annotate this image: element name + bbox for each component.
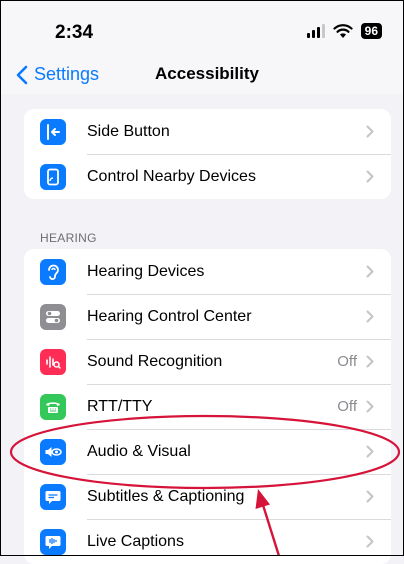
item-label: RTT/TTY — [87, 397, 153, 415]
live-captions-icon — [40, 528, 66, 555]
sound-recognition-icon — [40, 348, 66, 375]
section-header-hearing: HEARING — [40, 231, 97, 245]
item-label: Hearing Devices — [87, 262, 205, 280]
list-item-control-nearby-devices[interactable]: Control Nearby Devices — [24, 154, 391, 199]
item-label: Subtitles & Captioning — [87, 487, 245, 505]
status-bar: 2:34 96 — [0, 0, 404, 64]
list-item-live-captions[interactable]: Live Captions — [24, 519, 391, 564]
chevron-right-icon — [366, 490, 374, 503]
page-title: Accessibility — [155, 64, 259, 83]
list-item-hearing-devices[interactable]: Hearing Devices — [24, 249, 391, 294]
chevron-right-icon — [366, 310, 374, 323]
status-icons: 96 — [306, 23, 382, 39]
chevron-right-icon — [366, 535, 374, 548]
item-label: Audio & Visual — [87, 442, 191, 460]
audio-visual-icon — [40, 438, 66, 465]
wifi-icon — [333, 24, 353, 38]
item-label: Sound Recognition — [87, 352, 223, 370]
item-value: Off — [337, 353, 357, 370]
nearby-devices-icon — [40, 163, 66, 190]
captions-icon — [40, 483, 66, 510]
chevron-right-icon — [366, 265, 374, 278]
chevron-right-icon — [366, 400, 374, 413]
status-time: 2:34 — [55, 22, 94, 43]
chevron-right-icon — [366, 445, 374, 458]
toggles-icon — [40, 303, 66, 330]
hearing-group: Hearing Devices Hearing Control Center S… — [24, 249, 391, 564]
list-item-side-button[interactable]: Side Button — [24, 109, 391, 154]
tty-icon — [40, 393, 66, 420]
list-item-hearing-control-center[interactable]: Hearing Control Center — [24, 294, 391, 339]
list-item-sound-recognition[interactable]: Sound Recognition Off — [24, 339, 391, 384]
cellular-signal-icon — [306, 24, 325, 38]
item-label: Control Nearby Devices — [87, 167, 256, 185]
battery-icon: 96 — [360, 23, 382, 39]
chevron-right-icon — [366, 355, 374, 368]
item-label: Hearing Control Center — [87, 307, 252, 325]
chevron-right-icon — [366, 125, 374, 138]
chevron-right-icon — [366, 170, 374, 183]
item-value: Off — [337, 398, 357, 415]
list-item-subtitles-captioning[interactable]: Subtitles & Captioning — [24, 474, 391, 519]
side-button-icon — [40, 118, 66, 145]
list-item-rtt-tty[interactable]: RTT/TTY Off — [24, 384, 391, 429]
item-label: Side Button — [87, 122, 170, 140]
interaction-group: Side Button Control Nearby Devices — [24, 109, 391, 199]
navigation-bar: Settings Accessibility — [0, 64, 404, 94]
item-label: Live Captions — [87, 532, 184, 550]
list-item-audio-visual[interactable]: Audio & Visual — [24, 429, 391, 474]
ear-icon — [40, 258, 66, 285]
